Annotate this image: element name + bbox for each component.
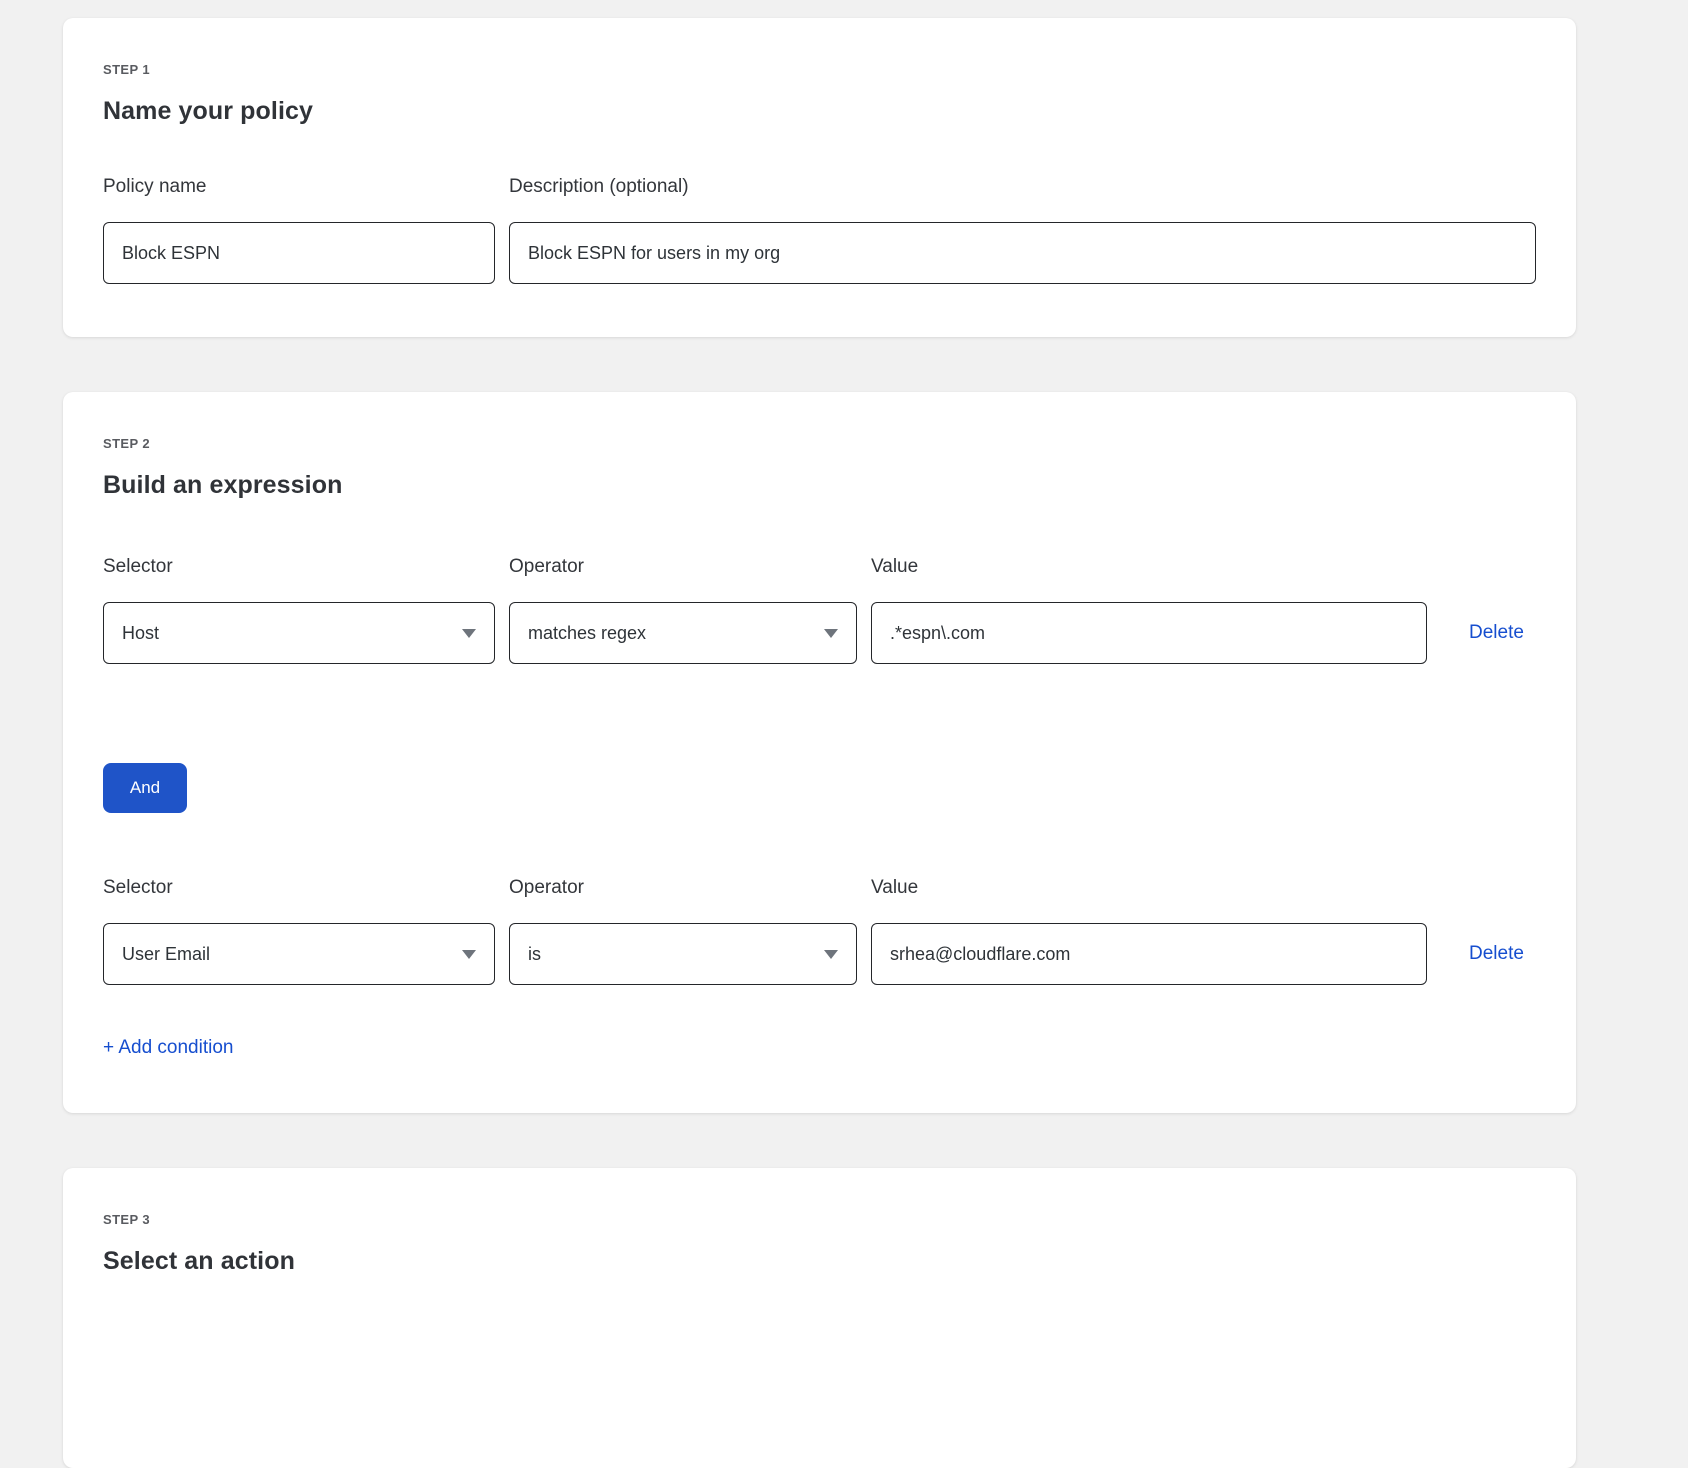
chevron-down-icon xyxy=(462,950,476,959)
policy-builder-page: STEP 1 Name your policy Policy name Desc… xyxy=(0,18,1688,1468)
step3-card: STEP 3 Select an action xyxy=(63,1168,1576,1468)
description-input[interactable] xyxy=(509,222,1536,284)
step1-title: Name your policy xyxy=(103,96,1536,126)
value-label: Value xyxy=(871,556,1427,578)
chevron-down-icon xyxy=(824,629,838,638)
step2-title: Build an expression xyxy=(103,470,1536,500)
condition2-value-group: Value xyxy=(871,877,1427,985)
policy-name-input[interactable] xyxy=(103,222,495,284)
condition2-operator-group: Operator is xyxy=(509,877,857,985)
policy-name-field-group: Policy name xyxy=(103,176,495,284)
condition1-operator-dropdown[interactable]: matches regex xyxy=(509,602,857,664)
condition1-value-group: Value xyxy=(871,556,1427,664)
condition2-operator-dropdown[interactable]: is xyxy=(509,923,857,985)
step2-label: STEP 2 xyxy=(103,436,1536,452)
condition2-selector-dropdown[interactable]: User Email xyxy=(103,923,495,985)
add-condition-link[interactable]: + Add condition xyxy=(103,1037,233,1059)
condition1-selector-group: Selector Host xyxy=(103,556,495,664)
value-label: Value xyxy=(871,877,1427,899)
chevron-down-icon xyxy=(462,629,476,638)
chevron-down-icon xyxy=(824,950,838,959)
condition2-value-input[interactable] xyxy=(871,923,1427,985)
condition2-operator-value: is xyxy=(528,944,541,965)
step3-label: STEP 3 xyxy=(103,1212,1536,1228)
condition-row-2: Selector User Email Operator is Value De… xyxy=(103,877,1536,985)
condition1-operator-value: matches regex xyxy=(528,623,646,644)
condition1-operator-group: Operator matches regex xyxy=(509,556,857,664)
operator-label: Operator xyxy=(509,877,857,899)
condition2-selector-value: User Email xyxy=(122,944,210,965)
condition2-selector-group: Selector User Email xyxy=(103,877,495,985)
and-button[interactable]: And xyxy=(103,763,187,813)
policy-name-label: Policy name xyxy=(103,176,495,198)
description-label: Description (optional) xyxy=(509,176,1536,198)
condition1-selector-value: Host xyxy=(122,623,159,644)
description-field-group: Description (optional) xyxy=(509,176,1536,284)
step1-label: STEP 1 xyxy=(103,62,1536,78)
operator-label: Operator xyxy=(509,556,857,578)
selector-label: Selector xyxy=(103,556,495,578)
step1-card: STEP 1 Name your policy Policy name Desc… xyxy=(63,18,1576,337)
condition1-selector-dropdown[interactable]: Host xyxy=(103,602,495,664)
step2-card: STEP 2 Build an expression Selector Host… xyxy=(63,392,1576,1113)
condition2-delete-link[interactable]: Delete xyxy=(1469,943,1524,965)
condition1-delete-link[interactable]: Delete xyxy=(1469,622,1524,644)
condition-row-1: Selector Host Operator matches regex Val… xyxy=(103,556,1536,664)
step1-fields-row: Policy name Description (optional) xyxy=(103,176,1536,284)
selector-label: Selector xyxy=(103,877,495,899)
step3-title: Select an action xyxy=(103,1246,1536,1276)
condition1-value-input[interactable] xyxy=(871,602,1427,664)
